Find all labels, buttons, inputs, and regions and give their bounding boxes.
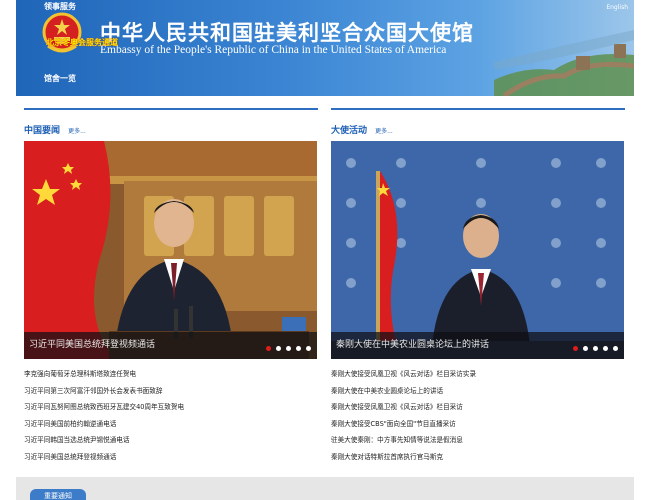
activity-item[interactable]: 秦刚大使接受凤凰卫视《风云对话》栏目采访: [331, 399, 625, 416]
header-banner: 中华人民共和国驻美利坚合众国大使馆 Embassy of the People'…: [16, 0, 634, 96]
news-item[interactable]: 习近平同第三次阿富汗邻国外长会发表书面致辞: [24, 383, 318, 400]
ambassador-activities-section: 大使活动 更多... 秦刚大使在中美农业圆桌论坛上的讲话 秦刚大使接受凤凰卫视《…: [331, 108, 625, 461]
news-item[interactable]: 李克强向葡萄牙总理科斯塔致连任贺电: [24, 366, 318, 383]
slide-dot[interactable]: [593, 346, 598, 351]
slide-dot[interactable]: [583, 346, 588, 351]
activity-photo: [331, 141, 624, 359]
slide-dot[interactable]: [296, 346, 301, 351]
slide-dot[interactable]: [266, 346, 271, 351]
slide-dot[interactable]: [276, 346, 281, 351]
nav-embassy-overview[interactable]: 馆舍一览: [44, 73, 76, 84]
activity-item[interactable]: 秦刚大使接受凤凰卫视《风云对话》栏目采访实录: [331, 366, 625, 383]
activity-list: 秦刚大使接受凤凰卫视《风云对话》栏目采访实录 秦刚大使在中美农业圆桌论坛上的讲话…: [331, 366, 625, 465]
slide-caption-text[interactable]: 习近平同美国总统拜登视频通话: [29, 340, 155, 350]
news-photo: [24, 141, 317, 359]
news-photo-slider[interactable]: 习近平同美国总统拜登视频通话: [24, 141, 317, 359]
activity-item[interactable]: 秦刚大使接受CBS"面向全国"节目直播采访: [331, 416, 625, 433]
slide-indicators: [266, 346, 311, 351]
slide-dot[interactable]: [306, 346, 311, 351]
activity-item[interactable]: 秦刚大使对话特斯拉首席执行官马斯克: [331, 449, 625, 466]
news-item[interactable]: 习近平同韩国当选总统尹锡悦通电话: [24, 432, 318, 449]
news-item[interactable]: 习近平同美国前柏约翰逆通电话: [24, 416, 318, 433]
slide-caption-text[interactable]: 秦刚大使在中美农业圆桌论坛上的讲话: [336, 340, 489, 350]
nav-olympics-channel[interactable]: 北京冬奥会服务通道: [46, 37, 118, 48]
activity-item[interactable]: 秦刚大使在中美农业圆桌论坛上的讲话: [331, 383, 625, 400]
activity-item[interactable]: 驻美大使秦刚：中方事先知情等说法是假消息: [331, 432, 625, 449]
site-title-en: Embassy of the People's Republic of Chin…: [100, 44, 447, 56]
more-link[interactable]: 更多...: [68, 128, 86, 135]
site-title-cn: 中华人民共和国驻美利坚合众国大使馆: [100, 20, 474, 45]
important-notice-tab[interactable]: 重要通知: [30, 489, 86, 500]
section-title[interactable]: 大使活动: [331, 126, 367, 136]
section-header: 大使活动 更多...: [331, 108, 625, 136]
nav-consular-services[interactable]: 领事服务: [44, 1, 76, 12]
slide-dot[interactable]: [613, 346, 618, 351]
slide-dot[interactable]: [573, 346, 578, 351]
more-link[interactable]: 更多...: [375, 128, 393, 135]
news-item[interactable]: 习近平同瓦努阿图总统致西班牙瓦建交40周年互致贺电: [24, 399, 318, 416]
slide-indicators: [573, 346, 618, 351]
news-item[interactable]: 习近平同美国总统拜登视频通话: [24, 449, 318, 466]
national-emblem-icon: [42, 12, 82, 53]
slide-dot[interactable]: [286, 346, 291, 351]
activity-photo-slider[interactable]: 秦刚大使在中美农业圆桌论坛上的讲话: [331, 141, 624, 359]
slide-dot[interactable]: [603, 346, 608, 351]
notices-section: 重要通知: [16, 477, 634, 500]
china-news-section: 中国要闻 更多... 习近平同美国总统拜登视频通话 李克强向葡萄牙总理科斯塔致连…: [24, 108, 318, 461]
section-title[interactable]: 中国要闻: [24, 126, 60, 136]
section-header: 中国要闻 更多...: [24, 108, 318, 136]
news-list: 李克强向葡萄牙总理科斯塔致连任贺电 习近平同第三次阿富汗邻国外长会发表书面致辞 …: [24, 366, 318, 465]
great-wall-image: [494, 30, 634, 96]
